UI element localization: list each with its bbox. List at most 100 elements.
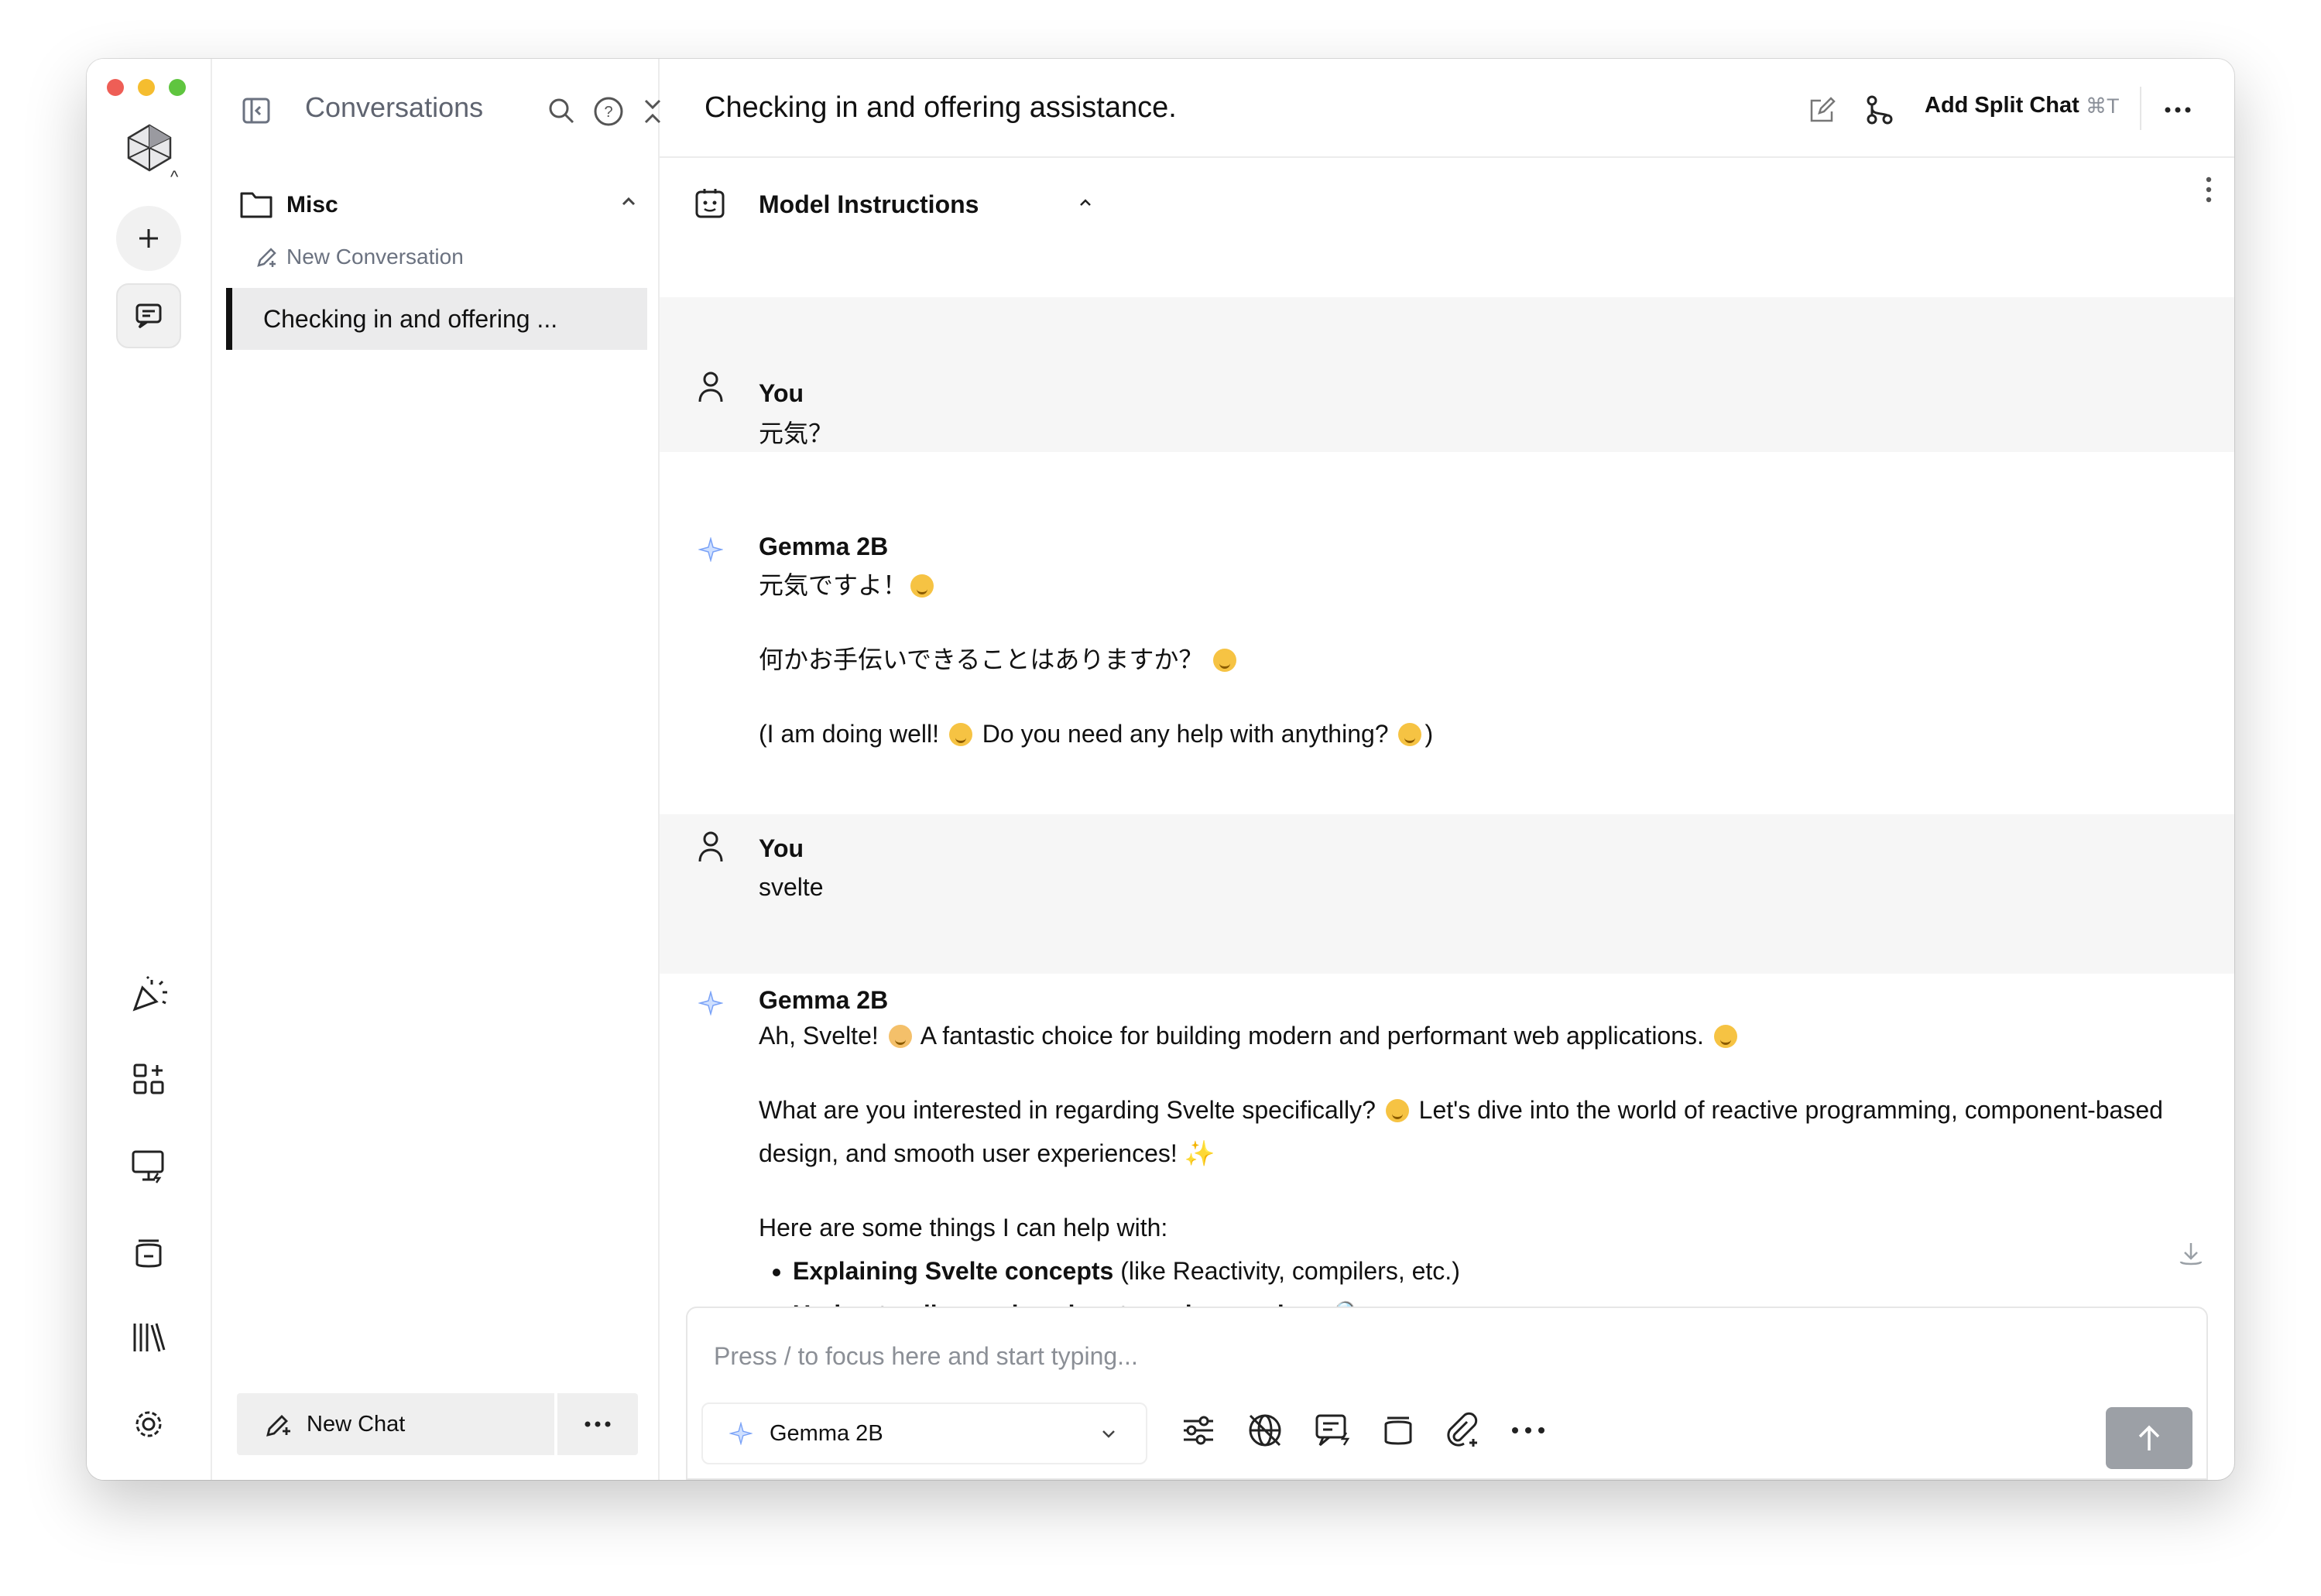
model-instructions-toggle[interactable]: Model Instructions xyxy=(759,190,979,219)
apps-grid-icon[interactable] xyxy=(127,1057,170,1101)
more-dots-icon xyxy=(585,1421,611,1427)
party-popper-icon[interactable] xyxy=(127,972,170,1015)
message-assistant: Gemma 2B Ah, Svelte! A fantastic choice … xyxy=(660,974,2234,1307)
list-item: Explaining Svelte concepts (like Reactiv… xyxy=(793,1249,2214,1293)
message-user: You svelte xyxy=(660,814,2234,974)
attach-file-icon[interactable] xyxy=(1438,1407,1485,1454)
svg-text:?: ? xyxy=(604,104,612,121)
smile-emoji-icon xyxy=(1398,723,1422,746)
message-composer: Press / to focus here and start typing..… xyxy=(686,1307,2208,1480)
more-options-icon[interactable] xyxy=(2165,104,2191,118)
message-line: Here are some things I can help with: xyxy=(759,1214,1168,1242)
list-item: Understanding code snippets and examples… xyxy=(793,1293,2214,1307)
divider xyxy=(2140,87,2141,130)
smile-emoji-icon xyxy=(910,574,934,598)
bullet-list: Explaining Svelte concepts (like Reactiv… xyxy=(759,1249,2214,1307)
conversation-item-selected[interactable]: Checking in and offering ... xyxy=(226,288,647,350)
chat-main: Checking in and offering assistance. Add… xyxy=(660,59,2234,1480)
message-sender: You xyxy=(759,379,804,407)
message-sender: You xyxy=(759,834,804,862)
conversations-sidebar: Conversations ? Misc New Conversation Ch… xyxy=(212,59,661,1480)
chat-header: Checking in and offering assistance. Add… xyxy=(660,59,2234,158)
settings-sliders-icon[interactable] xyxy=(1175,1407,1222,1454)
new-chat-more-button[interactable] xyxy=(557,1393,638,1455)
folder-misc[interactable]: Misc xyxy=(286,192,338,218)
search-icon[interactable] xyxy=(547,96,576,129)
message-user: You 元気？ xyxy=(660,297,2234,452)
smile-emoji-icon xyxy=(1213,649,1237,672)
message-line: A fantastic choice for building modern a… xyxy=(920,1022,1704,1050)
new-conversation-label: New Conversation xyxy=(286,245,464,269)
kebab-menu-icon[interactable] xyxy=(2205,176,2213,207)
zoom-window-button[interactable] xyxy=(169,79,186,96)
model-sparkle-icon xyxy=(692,531,729,568)
smile-emoji-icon xyxy=(948,723,972,746)
monitor-icon[interactable] xyxy=(127,1144,170,1187)
magnifier-emoji-icon: 🔎 xyxy=(1325,1300,1356,1307)
robot-icon xyxy=(694,186,726,224)
chevron-up-icon[interactable]: ^ xyxy=(170,167,178,187)
message-body: 元気ですよ！ 何かお手伝いできることはありますか？ (I am doing we… xyxy=(759,563,2199,786)
send-button[interactable] xyxy=(2106,1407,2192,1469)
message-text: svelte xyxy=(759,873,824,901)
chevron-down-icon xyxy=(1102,1430,1115,1438)
minimize-window-button[interactable] xyxy=(138,79,155,96)
toggle-sidebar-icon[interactable] xyxy=(242,96,273,127)
sparkles-emoji-icon: ✨ xyxy=(1184,1139,1215,1167)
web-search-off-icon[interactable] xyxy=(1242,1407,1288,1454)
edit-title-icon[interactable] xyxy=(1808,96,1836,128)
thinking-emoji-icon xyxy=(1385,1099,1409,1122)
quick-prompts-icon[interactable] xyxy=(1310,1407,1356,1454)
pencil-plus-icon xyxy=(257,248,276,267)
plus-icon xyxy=(139,229,158,248)
user-avatar-icon xyxy=(692,368,729,406)
new-chat-button[interactable]: New Chat xyxy=(237,1393,554,1455)
chat-bubble-icon xyxy=(135,303,162,329)
app-window: ^ Conversations ? Misc New Conversation … xyxy=(87,59,2234,1480)
message-line: 何かお手伝いできることはありますか？ xyxy=(759,646,1204,673)
new-chat-label: New Chat xyxy=(307,1411,406,1437)
pencil-plus-icon xyxy=(266,1415,290,1437)
model-sparkle-icon xyxy=(729,1422,753,1445)
shortcut-hint: ⌘T xyxy=(2086,94,2120,118)
branch-icon[interactable] xyxy=(1864,94,1895,129)
sidebar-title: Conversations xyxy=(305,91,484,123)
new-conversation-link[interactable]: New Conversation xyxy=(255,245,464,269)
app-rail: ^ xyxy=(87,59,212,1480)
more-tools-icon[interactable] xyxy=(1505,1407,1551,1454)
message-body: Ah, Svelte! A fantastic choice for build… xyxy=(759,1014,2214,1307)
chats-nav-button[interactable] xyxy=(116,283,181,348)
settings-gear-icon[interactable] xyxy=(127,1402,170,1446)
scroll-to-bottom-icon[interactable] xyxy=(2177,1240,2205,1272)
app-logo-icon[interactable] xyxy=(122,121,177,175)
grin-emoji-icon xyxy=(1713,1025,1737,1048)
message-input[interactable]: Press / to focus here and start typing..… xyxy=(714,1342,1138,1371)
close-window-button[interactable] xyxy=(107,79,124,96)
message-assistant: Gemma 2B 元気ですよ！ 何かお手伝いできることはありますか？ (I am… xyxy=(660,452,2234,814)
message-line: Ah, Svelte! xyxy=(759,1022,879,1050)
archive-jar-icon[interactable] xyxy=(127,1231,170,1274)
arrow-up-icon xyxy=(2138,1425,2160,1450)
message-sender: Gemma 2B xyxy=(759,986,889,1014)
chat-title[interactable]: Checking in and offering assistance. xyxy=(705,91,1177,125)
chevron-up-icon[interactable] xyxy=(619,192,638,214)
message-line: (I am doing well! xyxy=(759,720,939,748)
model-selector[interactable]: Gemma 2B xyxy=(701,1402,1147,1464)
add-button[interactable] xyxy=(116,206,181,271)
model-sparkle-icon xyxy=(692,985,729,1022)
model-selector-label: Gemma 2B xyxy=(770,1420,883,1446)
knowledge-jar-icon[interactable] xyxy=(1375,1407,1421,1454)
user-avatar-icon xyxy=(692,828,729,865)
chevron-up-icon[interactable] xyxy=(1078,195,1093,214)
message-sender: Gemma 2B xyxy=(759,533,889,560)
message-line: 元気ですよ！ xyxy=(759,571,908,599)
message-text: 元気？ xyxy=(759,420,834,447)
add-split-chat-button[interactable]: Add Split Chat xyxy=(1925,93,2079,118)
folder-icon xyxy=(238,189,274,224)
message-line: ) xyxy=(1424,720,1434,748)
library-icon[interactable] xyxy=(127,1316,170,1359)
message-line: Do you need any help with anything? xyxy=(982,720,1389,748)
message-line: What are you interested in regarding Sve… xyxy=(759,1096,1376,1124)
help-icon[interactable]: ? xyxy=(593,96,624,131)
wave-emoji-icon xyxy=(888,1025,912,1048)
